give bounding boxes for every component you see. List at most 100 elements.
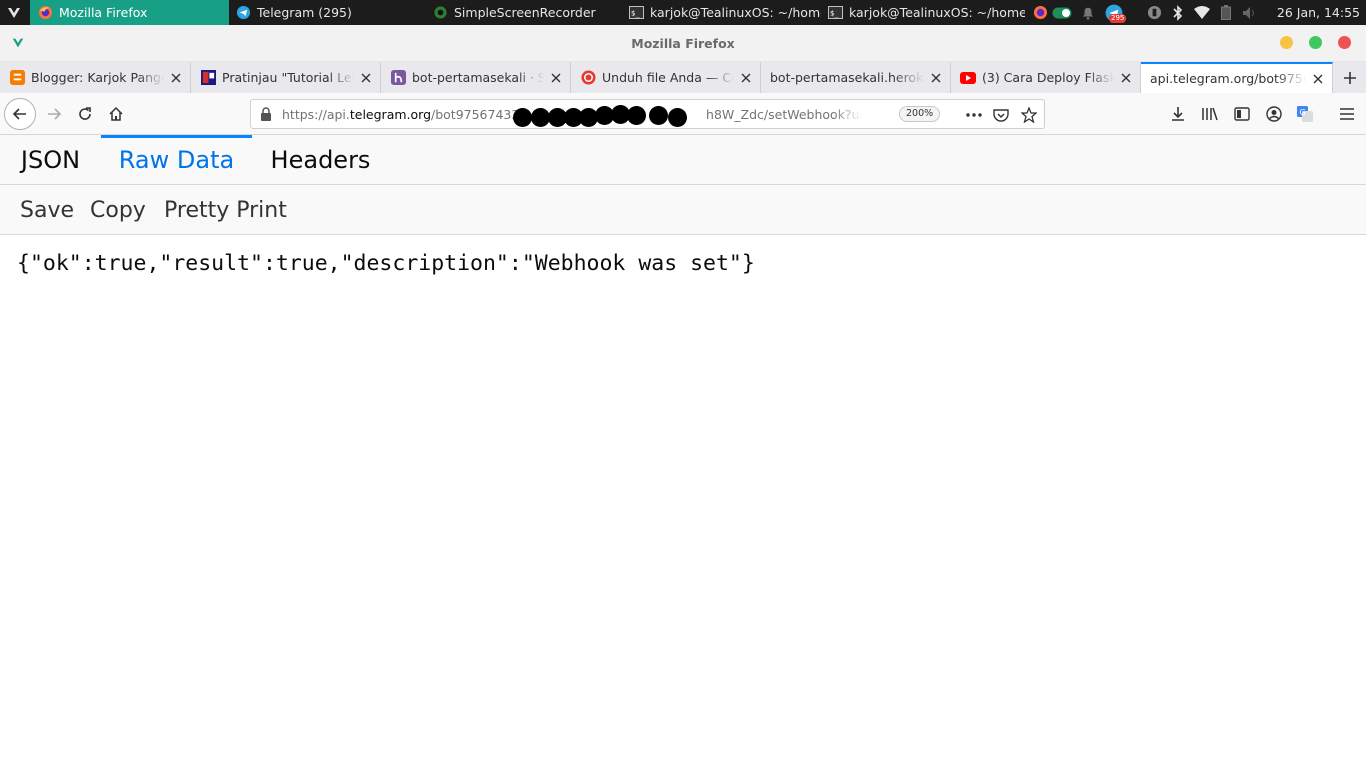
close-icon[interactable] <box>548 70 564 86</box>
back-button[interactable] <box>4 98 36 130</box>
taskbar-item-screen-recorder[interactable]: SimpleScreenRecorder <box>425 0 621 25</box>
pocket-button[interactable] <box>990 104 1012 126</box>
keyboard-indicator-icon[interactable] <box>1144 3 1164 23</box>
redaction-mark <box>649 106 668 125</box>
redaction-mark <box>513 108 532 127</box>
convert-refresh-icon <box>580 70 596 86</box>
system-panel: Mozilla Firefox Telegram (295) SimpleScr… <box>0 0 1366 25</box>
close-icon[interactable] <box>928 70 944 86</box>
new-tab-button[interactable] <box>1336 62 1364 93</box>
page-actions-button[interactable] <box>963 104 985 126</box>
close-icon[interactable] <box>168 70 184 86</box>
tab-label: Unduh file Anda — Convert <box>602 70 734 85</box>
blogger-icon <box>9 70 25 86</box>
translate-icon: G <box>1297 106 1313 122</box>
minimize-button[interactable] <box>1280 36 1293 49</box>
account-button[interactable] <box>1259 99 1289 129</box>
volume-muted-icon[interactable] <box>1240 3 1260 23</box>
telegram-tray-icon[interactable]: 295 <box>1104 3 1127 23</box>
url-host: telegram.org <box>349 107 431 122</box>
system-tray: 295 <box>1030 0 1260 25</box>
tab-raw-data[interactable]: Raw Data <box>101 135 252 185</box>
sidebar-button[interactable] <box>1227 99 1257 129</box>
panel-clock[interactable]: 26 Jan, 14:55 <box>1277 0 1360 25</box>
url-scheme: https:// <box>282 107 327 122</box>
close-icon[interactable] <box>358 70 374 86</box>
pretty-print-button[interactable]: Pretty Print <box>164 185 287 235</box>
firefox-tray-icon[interactable] <box>1030 3 1050 23</box>
bluetooth-icon[interactable] <box>1168 3 1188 23</box>
plus-icon <box>1344 71 1356 84</box>
sidebar-icon <box>1234 107 1250 121</box>
reload-button[interactable] <box>70 99 100 129</box>
app-menu-button[interactable] <box>1332 99 1362 129</box>
save-button[interactable]: Save <box>20 185 74 235</box>
window-titlebar[interactable]: Mozilla Firefox <box>0 25 1366 62</box>
svg-text:$_: $_ <box>830 8 839 17</box>
translate-extension-button[interactable]: G <box>1290 99 1320 129</box>
account-icon <box>1266 106 1282 122</box>
app-launcher-button[interactable] <box>0 0 28 25</box>
tab-label: (3) Cara Deploy Flask App <box>982 70 1114 85</box>
pocket-icon <box>993 108 1009 122</box>
close-icon[interactable] <box>1118 70 1134 86</box>
star-icon <box>1021 107 1037 123</box>
screen-recorder-icon <box>433 5 448 20</box>
terminal-icon: $_ <box>828 5 843 20</box>
battery-icon[interactable] <box>1216 3 1236 23</box>
library-button[interactable] <box>1195 99 1225 129</box>
maximize-button[interactable] <box>1309 36 1322 49</box>
tab-herokuapp[interactable]: bot-pertamasekali.herokuapp <box>761 62 951 93</box>
lock-icon[interactable] <box>259 107 273 121</box>
close-window-button[interactable] <box>1338 36 1351 49</box>
tab-headers[interactable]: Headers <box>252 135 389 185</box>
more-horizontal-icon <box>966 113 982 117</box>
tab-json[interactable]: JSON <box>0 135 101 185</box>
taskbar-item-label: karjok@TealinuxOS: ~/home... <box>650 5 821 20</box>
tab-label: Blogger: Karjok Pangesty <box>31 70 164 85</box>
home-button[interactable] <box>101 99 131 129</box>
heroku-icon <box>390 70 406 86</box>
taskbar-item-telegram[interactable]: Telegram (295) <box>228 0 424 25</box>
redaction-mark <box>668 108 687 127</box>
taskbar-item-terminal-1[interactable]: $_ karjok@TealinuxOS: ~/home... <box>621 0 821 25</box>
tab-label: bot-pertamasekali.herokuapp <box>770 70 924 85</box>
tab-pratinjau[interactable]: Pratinjau "Tutorial Lengkap <box>191 62 381 93</box>
taskbar-item-firefox[interactable]: Mozilla Firefox <box>30 0 229 25</box>
tab-blogger[interactable]: Blogger: Karjok Pangesty <box>0 62 191 93</box>
arrow-left-icon <box>12 108 26 120</box>
zoom-level-badge[interactable]: 200% <box>899 106 941 122</box>
preview-site-icon <box>200 70 216 86</box>
unread-badge: 295 <box>1109 13 1127 23</box>
tealinux-logo-icon <box>8 7 20 18</box>
tab-label: api.telegram.org/bot975674331 <box>1150 71 1306 86</box>
url-subdomain: api. <box>326 107 350 122</box>
downloads-button[interactable] <box>1163 99 1193 129</box>
tab-youtube[interactable]: (3) Cara Deploy Flask App <box>951 62 1141 93</box>
hamburger-menu-icon <box>1340 108 1354 120</box>
json-viewer-tabs: JSON Raw Data Headers <box>0 135 1366 185</box>
tab-telegram-api[interactable]: api.telegram.org/bot975674331 <box>1141 62 1333 93</box>
terminal-icon: $_ <box>629 5 644 20</box>
url-path-end: h8W_Zdc/setWebhook?url=http <box>706 107 862 122</box>
close-icon[interactable] <box>1310 71 1326 87</box>
tab-heroku-settings[interactable]: bot-pertamasekali · Settings <box>381 62 571 93</box>
copy-button[interactable]: Copy <box>90 185 146 235</box>
download-icon <box>1172 107 1184 121</box>
telegram-icon <box>236 5 251 20</box>
taskbar-item-label: SimpleScreenRecorder <box>454 5 596 20</box>
toggle-tray-icon[interactable] <box>1050 3 1074 23</box>
arrow-right-icon <box>48 108 62 120</box>
close-icon[interactable] <box>738 70 754 86</box>
forward-button[interactable] <box>39 99 69 129</box>
notification-bell-icon[interactable] <box>1078 3 1098 23</box>
tab-unduh-file[interactable]: Unduh file Anda — Convert <box>571 62 761 93</box>
address-bar[interactable]: https://api.telegram.org/bot975674331:A h… <box>250 99 1045 129</box>
window-title: Mozilla Firefox <box>631 36 735 51</box>
raw-data-toolbar: Save Copy Pretty Print <box>0 185 1366 235</box>
taskbar-item-terminal-2[interactable]: $_ karjok@TealinuxOS: ~/home... <box>820 0 1025 25</box>
taskbar-item-label: Telegram (295) <box>257 5 352 20</box>
bookmark-star-button[interactable] <box>1018 104 1040 126</box>
wifi-icon[interactable] <box>1192 3 1212 23</box>
tab-label: bot-pertamasekali · Settings <box>412 70 544 85</box>
